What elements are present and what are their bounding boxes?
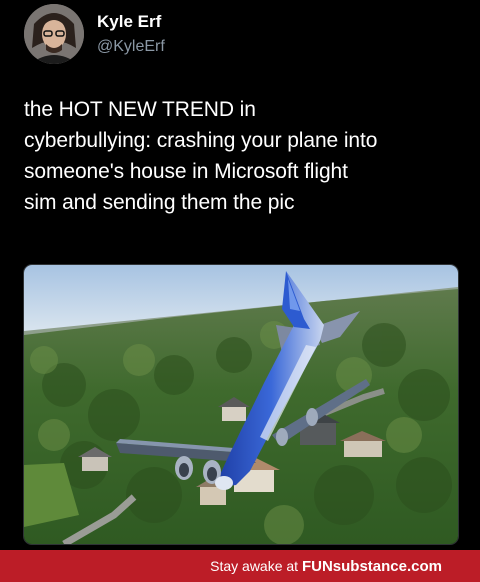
flight-sim-crash-image xyxy=(24,265,458,544)
tweet-line: someone's house in Microsoft flight xyxy=(24,160,348,183)
tweet-line: the HOT NEW TREND in xyxy=(24,98,256,121)
tweet-card: Kyle Erf @KyleErf the HOT NEW TREND in c… xyxy=(0,0,480,550)
author-name[interactable]: Kyle Erf xyxy=(97,12,161,32)
author-handle[interactable]: @KyleErf xyxy=(97,38,165,56)
footer-watermark[interactable]: Stay awake at FUNsubstance.com xyxy=(210,558,442,575)
footer-brand: FUNsubstance.com xyxy=(301,558,442,575)
tweet-line: cyberbullying: crashing your plane into xyxy=(24,129,378,152)
tweet-text: the HOT NEW TREND in cyberbullying: cras… xyxy=(24,94,464,218)
tweet-line: sim and sending them the pic xyxy=(24,191,295,214)
avatar-image xyxy=(24,4,84,64)
tweet-media-image[interactable] xyxy=(23,264,459,545)
avatar[interactable] xyxy=(24,4,84,64)
funsubstance-footer-bar: Stay awake at FUNsubstance.com xyxy=(0,550,480,582)
footer-prefix: Stay awake at xyxy=(210,558,299,574)
